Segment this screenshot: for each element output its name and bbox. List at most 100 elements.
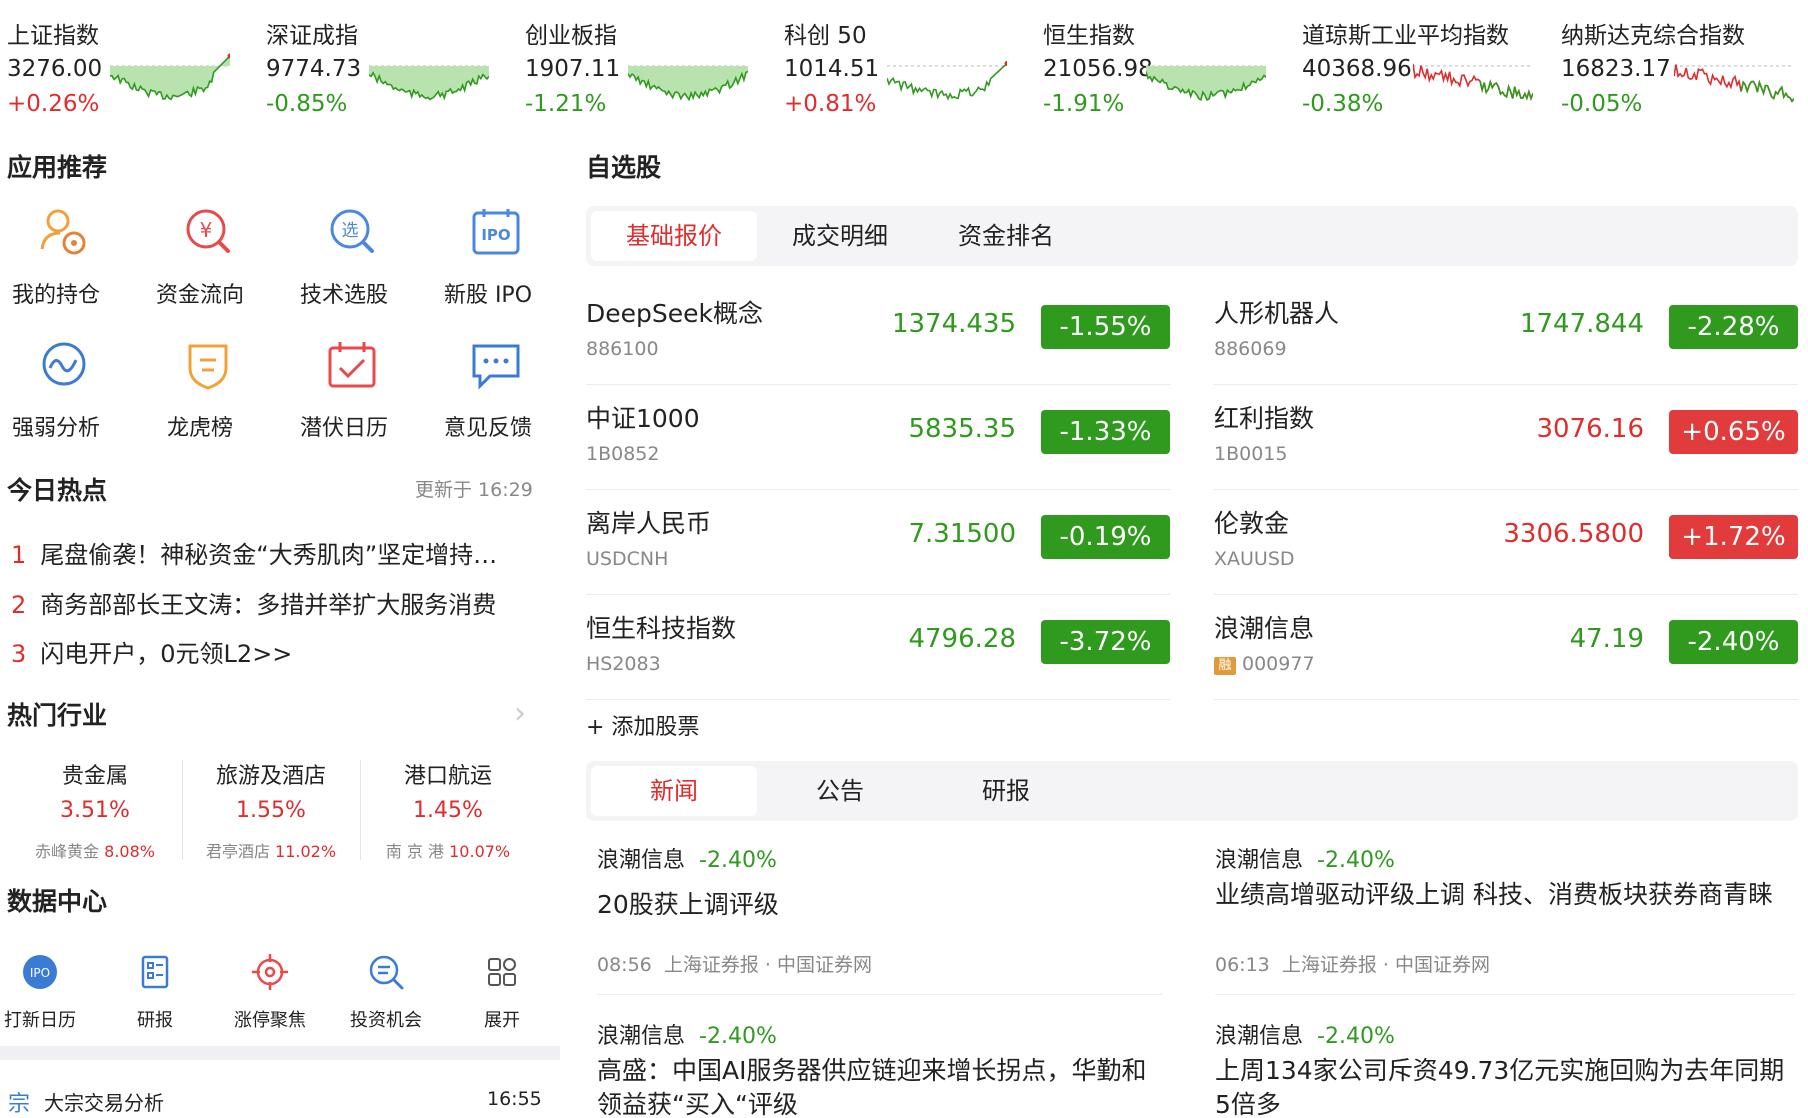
dc-limit-up-focus[interactable]: 涨停聚焦	[220, 952, 320, 1032]
industry-card[interactable]: 旅游及酒店 1.55% 君亭酒店 11.02%	[183, 758, 359, 868]
dc-opportunities[interactable]: 投资机会	[336, 952, 436, 1032]
news-tabs: 新闻 公告 研报	[586, 761, 1798, 821]
hot-section-title: 今日热点	[7, 476, 108, 505]
industry-leader-name: 南 京 港	[385, 842, 445, 861]
hot-item[interactable]: 1 尾盘偷袭！神秘资金“大秀肌肉”坚定增持…	[11, 535, 541, 570]
tab-fund-ranking[interactable]: 资金排名	[923, 211, 1089, 261]
industry-card[interactable]: 贵金属 3.51% 赤峰黄金 8.08%	[7, 758, 183, 868]
stock-change-badge: -2.40%	[1669, 620, 1798, 664]
stock-row[interactable]: 伦敦金 XAUUSD 3306.5800 +1.72%	[1214, 490, 1798, 595]
news-item[interactable]: 浪潮信息 -2.40% 业绩高增驱动评级上调 科技、消费板块获券商青睐 06:13…	[1215, 842, 1790, 977]
app-label: 龙虎榜	[166, 416, 233, 441]
stock-name: 恒生科技指数	[586, 614, 737, 643]
app-calendar[interactable]: 潜伏日历	[288, 338, 418, 458]
industry-change: 3.51%	[60, 798, 130, 823]
stock-row[interactable]: 离岸人民币 USDCNH 7.31500 -0.19%	[586, 490, 1170, 595]
index-card[interactable]: 纳斯达克综合指数 16823.17 -0.05%	[1554, 0, 1808, 120]
news-item[interactable]: 浪潮信息 -2.40% 上周134家公司斥资49.73亿元实施回购为去年同期5倍多	[1215, 1018, 1790, 1118]
news-title: 业绩高增驱动评级上调 科技、消费板块获券商青睐	[1215, 880, 1773, 909]
stock-code-text: 000977	[1242, 653, 1315, 675]
tab-announcements[interactable]: 公告	[757, 766, 923, 816]
add-stock-button[interactable]: + 添加股票	[586, 709, 699, 741]
opportunity-icon	[369, 955, 404, 990]
section-divider	[0, 1046, 560, 1060]
news-meta: 08:56 上海证券报 · 中国证券网	[597, 950, 1157, 977]
stock-row[interactable]: 中证1000 1B0852 5835.35 -1.33%	[586, 385, 1170, 490]
index-card[interactable]: 上证指数 3276.00 +0.26%	[0, 0, 258, 120]
svg-text:¥: ¥	[200, 218, 213, 242]
tab-research[interactable]: 研报	[923, 766, 1089, 816]
index-card[interactable]: 深证成指 9774.73 -0.85%	[259, 0, 517, 120]
hot-item-text: 闪电开户，0元领L2>>	[40, 640, 293, 668]
stock-row[interactable]: 人形机器人 886069 1747.844 -2.28%	[1214, 280, 1798, 385]
index-change: -0.05%	[1561, 91, 1643, 117]
news-divider	[1215, 994, 1795, 995]
news-stock-tag: 浪潮信息 -2.40%	[1215, 1018, 1790, 1050]
index-value: 9774.73	[266, 56, 362, 82]
app-feedback[interactable]: 意见反馈	[432, 338, 562, 458]
stock-change-badge: -0.19%	[1041, 515, 1170, 559]
tab-basic-quote[interactable]: 基础报价	[591, 211, 757, 261]
news-time: 06:13	[1215, 954, 1270, 976]
hot-item-text: 尾盘偷袭！神秘资金“大秀肌肉”坚定增持…	[40, 541, 498, 569]
industry-leader-change: 11.02%	[275, 842, 337, 861]
app-strength-analysis[interactable]: 强弱分析	[0, 338, 130, 458]
holdings-icon	[40, 209, 86, 255]
index-card[interactable]: 创业板指 1907.11 -1.21%	[518, 0, 776, 120]
app-money-flow[interactable]: ¥ 资金流向	[144, 205, 274, 325]
hot-item-rank: 2	[11, 591, 27, 619]
index-card[interactable]: 道琼斯工业平均指数 40368.96 -0.38%	[1295, 0, 1553, 120]
strength-analysis-icon	[42, 342, 86, 386]
sparkline-line	[887, 62, 1007, 101]
stock-change-badge: -2.28%	[1669, 305, 1798, 349]
stock-price: 1747.844	[1519, 309, 1644, 339]
dc-ipo-calendar[interactable]: IPO 打新日历	[0, 952, 90, 1032]
stock-row[interactable]: 红利指数 1B0015 3076.16 +0.65%	[1214, 385, 1798, 490]
app-label: 资金流向	[155, 283, 244, 308]
chevron-right-icon[interactable]: ›	[514, 696, 526, 731]
stock-name: 伦敦金	[1214, 509, 1290, 538]
index-card[interactable]: 恒生指数 21056.98 -1.91%	[1036, 0, 1294, 120]
stock-name: 浪潮信息	[1214, 614, 1315, 643]
stock-row[interactable]: 浪潮信息 融 000977 47.19 -2.40%	[1214, 595, 1798, 700]
news-item[interactable]: 浪潮信息 -2.40% 高盛：中国AI服务器供应链迎来增长拐点，华勤和领益获“买入…	[597, 1018, 1157, 1118]
index-name: 科创 50	[784, 23, 867, 49]
app-my-holdings[interactable]: 我的持仓	[0, 205, 130, 325]
industry-leader-name: 赤峰黄金	[35, 842, 100, 861]
stock-name: 人形机器人	[1214, 299, 1340, 328]
news-stock-tag: 浪潮信息 -2.40%	[597, 1018, 1157, 1050]
watchlist-title: 自选股	[586, 153, 662, 182]
stock-row[interactable]: DeepSeek概念 886100 1374.435 -1.55%	[586, 280, 1170, 385]
feedback-icon	[472, 344, 520, 390]
index-card[interactable]: 科创 50 1014.51 +0.81%	[777, 0, 1035, 120]
news-title: 高盛：中国AI服务器供应链迎来增长拐点，华勤和领益获“买入“评级	[597, 1056, 1147, 1118]
hot-updated-time: 更新于 16:29	[415, 479, 533, 501]
app-label: 我的持仓	[11, 283, 100, 308]
hot-item-text: 商务部部长王文涛：多措并举扩大服务消费	[40, 591, 497, 619]
hot-item[interactable]: 3 闪电开户，0元领L2>>	[11, 634, 541, 669]
tab-news[interactable]: 新闻	[591, 766, 757, 816]
news-stock-change: -2.40%	[699, 848, 777, 873]
dc-research[interactable]: 研报	[105, 952, 205, 1032]
stock-row[interactable]: 恒生科技指数 HS2083 4796.28 -3.72%	[586, 595, 1170, 700]
block-trade-title[interactable]: 大宗交易分析	[44, 1087, 164, 1116]
stock-price: 47.19	[1569, 624, 1644, 654]
stock-code: 1B0852	[586, 443, 660, 465]
news-item[interactable]: 浪潮信息 -2.40% 20股获上调评级 08:56 上海证券报 · 中国证券网	[597, 842, 1157, 977]
industry-name: 港口航运	[403, 764, 492, 789]
app-stock-picker[interactable]: 选 技术选股	[288, 205, 418, 325]
ipo-badge-icon: IPO	[23, 955, 57, 989]
hot-item[interactable]: 2 商务部部长王文涛：多措并举扩大服务消费	[11, 585, 541, 620]
index-sparkline	[369, 65, 489, 101]
tab-trade-details[interactable]: 成交明细	[757, 211, 923, 261]
stock-change-badge: -1.55%	[1041, 305, 1170, 349]
news-divider	[597, 994, 1162, 995]
industry-leader-change: 8.08%	[104, 842, 155, 861]
app-new-ipo[interactable]: IPO 新股 IPO	[432, 205, 562, 325]
dc-expand[interactable]: 展开	[452, 952, 552, 1032]
index-change: -1.91%	[1043, 91, 1125, 117]
app-dragon-tiger[interactable]: 龙虎榜	[144, 338, 274, 458]
news-source: 上海证券报 · 中国证券网	[663, 954, 872, 976]
industry-card[interactable]: 港口航运 1.45% 南 京 港 10.07%	[360, 758, 536, 868]
app-label: 强弱分析	[11, 416, 100, 441]
